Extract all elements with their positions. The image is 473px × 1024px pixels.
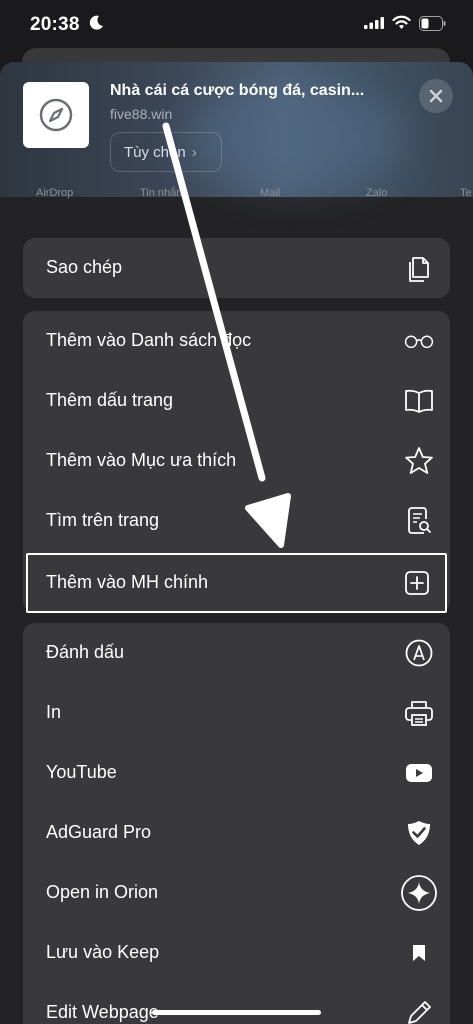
home-indicator[interactable] bbox=[152, 1010, 321, 1015]
annotation-arrow bbox=[162, 122, 291, 548]
